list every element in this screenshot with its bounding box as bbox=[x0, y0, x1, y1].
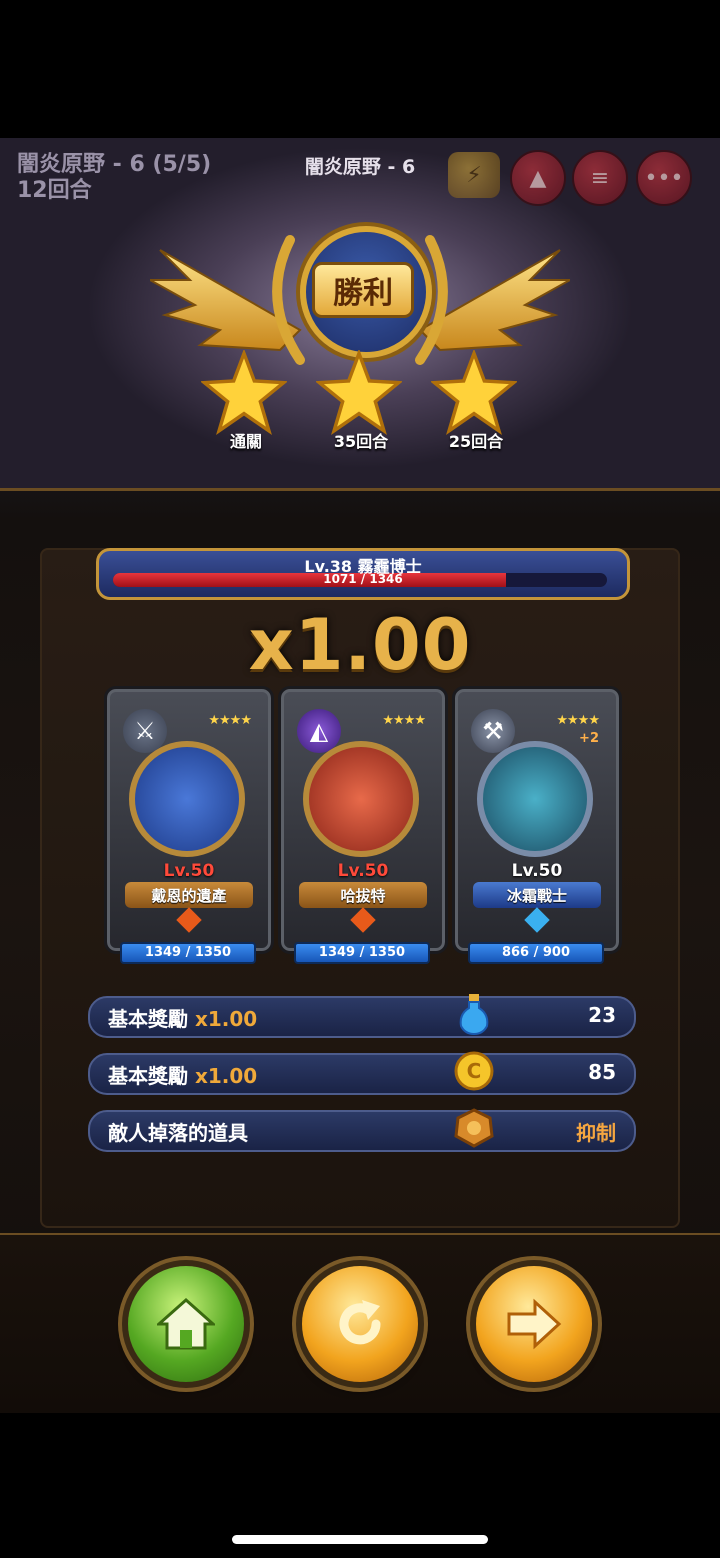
hero-plus: +2 bbox=[579, 731, 599, 746]
drop-medal-icon bbox=[454, 1106, 494, 1150]
hero-card[interactable]: ⚒ ★★★★ +2 Lv.50 冰霜戰士 bbox=[452, 686, 622, 954]
home-icon bbox=[157, 1298, 215, 1350]
boss-hp-bar: Lv.38 霧霾博士 1071 / 1346 bbox=[96, 548, 630, 600]
auto-skill-icon[interactable]: ⚡ bbox=[448, 152, 500, 198]
next-arrow-icon bbox=[507, 1298, 562, 1350]
reward-multiplier-text: x1.00 bbox=[194, 1007, 258, 1031]
reward-label: 敵人掉落的道具 bbox=[108, 1117, 248, 1146]
retry-button[interactable] bbox=[302, 1266, 418, 1382]
hero-level: Lv.50 bbox=[511, 861, 563, 881]
hero-hp-bar: 866 / 900 bbox=[468, 942, 604, 964]
star-condition-label: 通關 bbox=[229, 432, 262, 451]
hero-stars: ★★★★ bbox=[556, 713, 600, 728]
star-icon bbox=[201, 350, 287, 436]
hero-level: Lv.50 bbox=[337, 861, 389, 881]
hero-card[interactable]: ◭ ★★★★ Lv.50 哈拔特 bbox=[278, 686, 448, 954]
reward-label: 基本獎勵 x1.00 bbox=[108, 1060, 257, 1089]
reward-value: 抑制 bbox=[576, 1121, 616, 1145]
rank-gem-icon bbox=[524, 907, 550, 933]
boss-hp-text: 1071 / 1346 bbox=[323, 572, 403, 586]
reward-row: 敵人掉落的道具 抑制 bbox=[88, 1108, 636, 1152]
retry-icon bbox=[339, 1300, 381, 1345]
star-icon bbox=[316, 350, 402, 436]
battle-result-screen: 闇炎原野 - 6 (5/5) 12回合 闇炎原野 - 6 ⚡ ▲ ≡ ••• 勝… bbox=[0, 138, 720, 1413]
hero-name: 冰霜戰士 bbox=[473, 882, 601, 908]
rank-gem-icon bbox=[176, 907, 202, 933]
hero-name: 哈拔特 bbox=[299, 882, 427, 908]
turn-count-faded: 12回合 bbox=[17, 178, 92, 203]
reward-name: 基本獎勵 bbox=[108, 1007, 188, 1031]
hero-level: Lv.50 bbox=[163, 861, 215, 881]
hero-card[interactable]: ⚔ ★★★★ Lv.50 戴恩的遺產 bbox=[104, 686, 274, 954]
home-indicator[interactable] bbox=[232, 1535, 488, 1544]
menu-button[interactable]: ••• bbox=[636, 150, 692, 206]
hero-hp-bar: 1349 / 1350 bbox=[294, 942, 430, 964]
star-icon bbox=[431, 350, 517, 436]
reward-name: 敵人掉落的道具 bbox=[108, 1121, 248, 1145]
reward-multiplier: x1.00 bbox=[248, 604, 472, 686]
potion-icon bbox=[454, 992, 494, 1036]
reward-label: 基本獎勵 x1.00 bbox=[108, 1003, 257, 1032]
svg-text:C: C bbox=[467, 1059, 482, 1083]
hero-portrait bbox=[129, 741, 245, 857]
hero-portrait bbox=[477, 741, 593, 857]
hero-stars: ★★★★ bbox=[208, 713, 252, 728]
reward-value: 85 bbox=[588, 1060, 616, 1084]
reward-row: 基本獎勵 x1.00 23 bbox=[88, 994, 636, 1038]
home-button[interactable] bbox=[128, 1266, 244, 1382]
reward-row: 基本獎勵 x1.00 C 85 bbox=[88, 1051, 636, 1095]
hero-portrait bbox=[303, 741, 419, 857]
quest-log-button[interactable]: ≡ bbox=[572, 150, 628, 206]
hero-name: 戴恩的遺產 bbox=[125, 882, 253, 908]
star-condition-label: 25回合 bbox=[448, 432, 504, 451]
star-condition-label: 35回合 bbox=[333, 432, 389, 451]
victory-label: 勝利 bbox=[312, 262, 414, 318]
next-button[interactable] bbox=[476, 1266, 592, 1382]
rank-gem-icon bbox=[350, 907, 376, 933]
hero-stars: ★★★★ bbox=[382, 713, 426, 728]
gold-coin-icon: C bbox=[454, 1049, 494, 1093]
reward-value: 23 bbox=[588, 1003, 616, 1027]
reward-multiplier-text: x1.00 bbox=[194, 1064, 258, 1088]
reward-name: 基本獎勵 bbox=[108, 1064, 188, 1088]
hero-hp-bar: 1349 / 1350 bbox=[120, 942, 256, 964]
battle-scene-background: 闇炎原野 - 6 (5/5) 12回合 闇炎原野 - 6 ⚡ ▲ ≡ ••• 勝… bbox=[0, 138, 720, 491]
formation-button[interactable]: ▲ bbox=[510, 150, 566, 206]
